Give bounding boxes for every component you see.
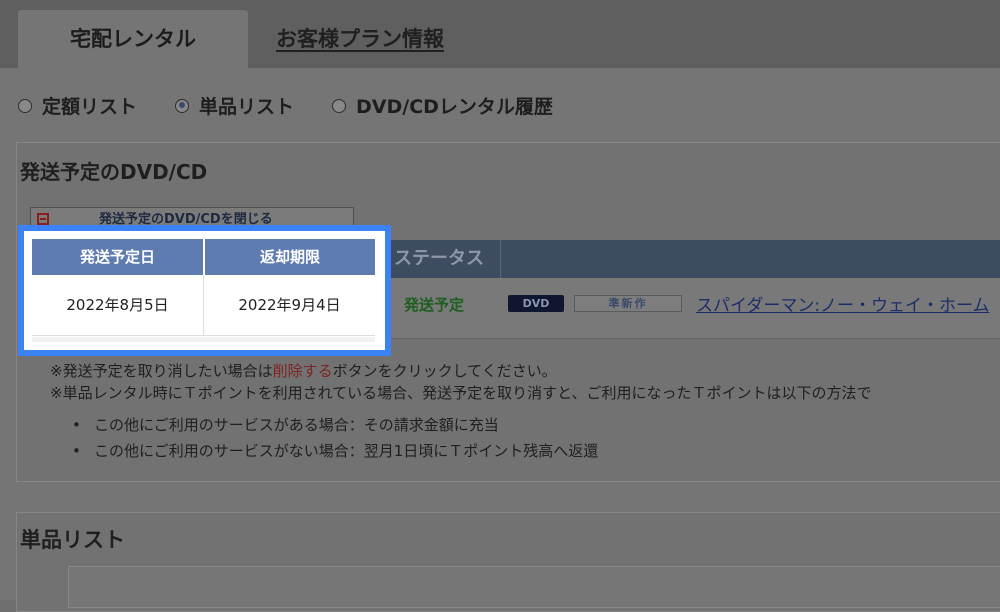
shipment-notes: ※発送予定を取り消したい場合は削除するボタンをクリックしてください。 ※単品レン… xyxy=(50,360,872,404)
status-column-header: ステータス xyxy=(394,248,484,269)
single-list-title: 単品リスト xyxy=(20,528,125,552)
tab-bar: 宅配レンタル お客様プラン情報 xyxy=(0,0,1000,68)
ship-date-header: 発送予定日 xyxy=(32,239,205,275)
radio-label: DVD/CDレンタル履歴 xyxy=(356,96,553,118)
radio-rental-history[interactable]: DVD/CDレンタル履歴 xyxy=(332,92,553,119)
bullet-item: この他にご利用のサービスがある場合：その請求金額に充当 xyxy=(72,412,598,438)
title-link[interactable]: スパイダーマン:ノー・ウェイ・ホーム xyxy=(696,291,990,316)
return-deadline-header: 返却期限 xyxy=(259,248,320,266)
note-text: ※発送予定を取り消したい場合は xyxy=(50,362,273,380)
radio-fixed-list[interactable]: 定額リスト xyxy=(18,92,137,119)
header-divider xyxy=(500,240,501,278)
radio-label: 単品リスト xyxy=(199,96,295,118)
dates-table-row: 2022年8月5日 2022年9月4日 xyxy=(32,275,375,336)
bullet-item: この他にご利用のサービスがない場合：翌月1日頃にＴポイント残高へ返還 xyxy=(72,438,598,464)
single-list-content xyxy=(68,566,1000,608)
tab-plan-info[interactable]: お客様プラン情報 xyxy=(276,10,444,68)
dates-table-header: 発送予定日 返却期限 xyxy=(32,239,375,275)
radio-selected-icon[interactable] xyxy=(175,98,190,113)
ship-date-cell: 2022年8月5日 xyxy=(32,275,204,335)
format-badge: DVD xyxy=(508,295,564,312)
radio-single-list[interactable]: 単品リスト xyxy=(175,92,294,119)
bullet-text: この他にご利用のサービスがない場合：翌月1日頃にＴポイント残高へ返還 xyxy=(94,442,599,460)
release-badge: 準新作 xyxy=(574,295,682,312)
radio-circle-icon[interactable] xyxy=(18,98,32,113)
delete-note-text: 削除する xyxy=(272,362,333,380)
radio-circle-icon[interactable] xyxy=(332,98,347,113)
tab-home-rental[interactable]: 宅配レンタル xyxy=(18,10,248,68)
return-deadline-cell: 2022年9月4日 xyxy=(238,296,341,314)
note-text: ボタンをクリックしてください。 xyxy=(332,362,557,380)
minus-box-icon xyxy=(37,213,49,225)
bullet-text: この他にご利用のサービスがある場合：その請求金額に充当 xyxy=(94,416,499,434)
note-line-2: ※単品レンタル時にＴポイントを利用されている場合、発送予定を取り消すと、ご利用に… xyxy=(50,384,872,402)
shipment-section-title: 発送予定のDVD/CD xyxy=(20,160,208,184)
list-type-radio-group: 定額リスト 単品リスト DVD/CDレンタル履歴 xyxy=(18,92,591,119)
close-shipment-label: 発送予定のDVD/CDを閉じる xyxy=(99,212,273,227)
refund-bullets: この他にご利用のサービスがある場合：その請求金額に充当 この他にご利用のサービス… xyxy=(72,412,598,464)
radio-label: 定額リスト xyxy=(42,96,138,118)
dates-table-footer xyxy=(32,337,375,342)
status-cell: 発送予定 xyxy=(404,296,465,314)
highlighted-dates-table: 発送予定日 返却期限 2022年8月5日 2022年9月4日 xyxy=(24,231,385,350)
note-line-1: ※発送予定を取り消したい場合は削除するボタンをクリックしてください。 xyxy=(50,360,872,382)
close-shipment-button[interactable]: 発送予定のDVD/CDを閉じる xyxy=(30,207,354,233)
